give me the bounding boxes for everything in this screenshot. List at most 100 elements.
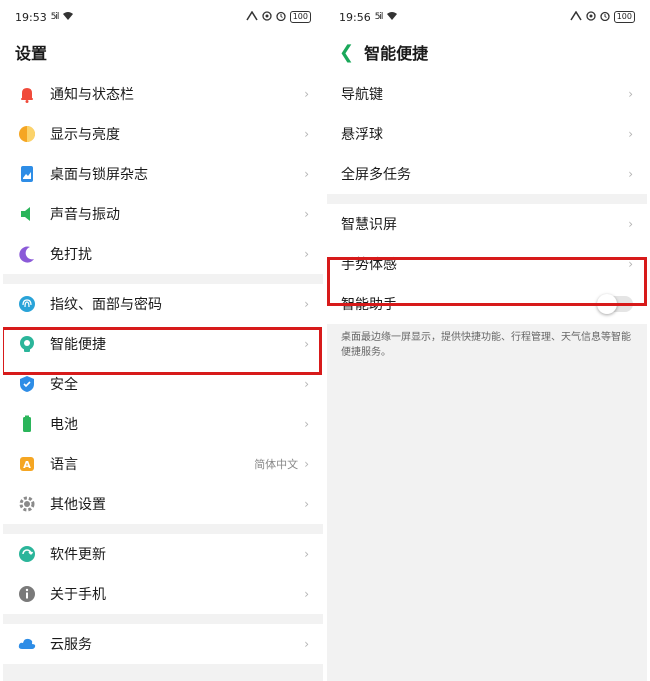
- settings-group: 软件更新 › 关于手机 ›: [3, 534, 323, 614]
- fingerprint-icon: [17, 294, 37, 314]
- settings-item-g3-0[interactable]: 云服务 ›: [3, 624, 323, 664]
- cloud-icon: [17, 634, 37, 654]
- page-title: 设置: [3, 34, 323, 70]
- wifi-icon: [62, 11, 74, 24]
- chevron-right-icon: ›: [304, 337, 309, 351]
- smart-convenience-screen: 19:56 5il 100 ❮ 智能便捷 导航键 › 悬浮球 › 全屏多任务 › 智慧识屏 ›…: [327, 0, 647, 681]
- nfc-icon: [570, 10, 582, 24]
- speaker-icon: [17, 204, 37, 224]
- assistant-toggle[interactable]: [597, 294, 633, 314]
- chevron-right-icon: ›: [304, 87, 309, 101]
- option-item-g1-0[interactable]: 智慧识屏 ›: [327, 204, 647, 244]
- settings-item-g1-4[interactable]: A 语言 简体中文 ›: [3, 444, 323, 484]
- alarm-icon: [276, 11, 286, 24]
- chevron-right-icon: ›: [304, 207, 309, 221]
- location-icon: [586, 10, 596, 24]
- settings-item-g1-0[interactable]: 指纹、面部与密码 ›: [3, 284, 323, 324]
- chevron-right-icon: ›: [304, 637, 309, 651]
- settings-item-label: 关于手机: [50, 587, 106, 603]
- option-item-label: 悬浮球: [341, 127, 383, 143]
- brightness-icon: [17, 124, 37, 144]
- battery-icon: [17, 414, 37, 434]
- option-item-label: 手势体感: [341, 257, 397, 273]
- settings-list: 通知与状态栏 › 显示与亮度 › 桌面与锁屏杂志 › 声音与振动 › 免打扰 › 指纹、面部与密码 ›…: [3, 74, 323, 664]
- settings-item-g0-1[interactable]: 显示与亮度 ›: [3, 114, 323, 154]
- chevron-right-icon: ›: [628, 257, 633, 271]
- battery-status-icon: 100: [613, 11, 635, 23]
- location-icon: [262, 10, 272, 24]
- settings-item-g1-1[interactable]: 智能便捷 ›: [3, 324, 323, 364]
- settings-item-label: 桌面与锁屏杂志: [50, 167, 148, 183]
- option-item-label: 智能助手: [341, 297, 397, 313]
- settings-group: 通知与状态栏 › 显示与亮度 › 桌面与锁屏杂志 › 声音与振动 › 免打扰 ›: [3, 74, 323, 274]
- status-time: 19:53: [15, 10, 47, 24]
- option-item-g1-1[interactable]: 手势体感 ›: [327, 244, 647, 284]
- status-time: 19:56: [339, 10, 371, 24]
- bell-icon: [17, 84, 37, 104]
- update-icon: [17, 544, 37, 564]
- chevron-right-icon: ›: [628, 217, 633, 231]
- settings-item-g0-3[interactable]: 声音与振动 ›: [3, 194, 323, 234]
- settings-item-g2-0[interactable]: 软件更新 ›: [3, 534, 323, 574]
- option-item-g0-0[interactable]: 导航键 ›: [327, 74, 647, 114]
- nfc-icon: [246, 10, 258, 24]
- toggle-knob: [597, 294, 617, 314]
- chevron-right-icon: ›: [304, 127, 309, 141]
- chevron-right-icon: ›: [304, 497, 309, 511]
- option-group: 导航键 › 悬浮球 › 全屏多任务 ›: [327, 74, 647, 194]
- status-bar: 19:56 5il 100: [327, 0, 647, 34]
- settings-item-g2-1[interactable]: 关于手机 ›: [3, 574, 323, 614]
- chevron-right-icon: ›: [304, 167, 309, 181]
- settings-item-label: 智能便捷: [50, 337, 106, 353]
- settings-item-g1-3[interactable]: 电池 ›: [3, 404, 323, 444]
- settings-item-g0-4[interactable]: 免打扰 ›: [3, 234, 323, 274]
- info-icon: [17, 584, 37, 604]
- option-item-g0-2[interactable]: 全屏多任务 ›: [327, 154, 647, 194]
- settings-item-label: 云服务: [50, 637, 92, 653]
- smart-icon: [17, 334, 37, 354]
- gear-icon: [17, 494, 37, 514]
- page-title-text: 智能便捷: [364, 44, 429, 63]
- settings-screen: 19:53 5il 100 设置 通知与状态栏 › 显示与亮度 › 桌面与锁屏杂志 › 声音…: [3, 0, 323, 681]
- settings-item-g1-2[interactable]: 安全 ›: [3, 364, 323, 404]
- language-icon: A: [17, 454, 37, 474]
- chevron-right-icon: ›: [628, 127, 633, 141]
- settings-item-label: 通知与状态栏: [50, 87, 134, 103]
- settings-item-label: 声音与振动: [50, 207, 120, 223]
- signal-icon: 5il: [374, 12, 384, 22]
- settings-item-g0-2[interactable]: 桌面与锁屏杂志 ›: [3, 154, 323, 194]
- chevron-right-icon: ›: [304, 247, 309, 261]
- settings-item-label: 指纹、面部与密码: [50, 297, 162, 313]
- chevron-right-icon: ›: [628, 167, 633, 181]
- option-item-g1-2[interactable]: 智能助手: [327, 284, 647, 324]
- settings-item-g1-5[interactable]: 其他设置 ›: [3, 484, 323, 524]
- settings-item-label: 免打扰: [50, 247, 92, 263]
- settings-group: 云服务 ›: [3, 624, 323, 664]
- option-item-label: 导航键: [341, 87, 383, 103]
- option-group: 智慧识屏 › 手势体感 › 智能助手: [327, 204, 647, 324]
- svg-text:A: A: [23, 460, 31, 471]
- chevron-right-icon: ›: [304, 377, 309, 391]
- wallpaper-icon: [17, 164, 37, 184]
- smart-options-list: 导航键 › 悬浮球 › 全屏多任务 › 智慧识屏 › 手势体感 › 智能助手: [327, 74, 647, 324]
- wifi-icon: [386, 11, 398, 24]
- option-item-label: 智慧识屏: [341, 217, 397, 233]
- settings-item-label: 其他设置: [50, 497, 106, 513]
- settings-item-g0-0[interactable]: 通知与状态栏 ›: [3, 74, 323, 114]
- option-item-label: 全屏多任务: [341, 167, 411, 183]
- chevron-right-icon: ›: [304, 417, 309, 431]
- settings-item-label: 安全: [50, 377, 78, 393]
- assistant-description: 桌面最边缘一屏显示，提供快捷功能、行程管理、天气信息等智能便捷服务。: [327, 324, 647, 370]
- settings-item-label: 电池: [50, 417, 78, 433]
- chevron-right-icon: ›: [304, 587, 309, 601]
- moon-icon: [17, 244, 37, 264]
- chevron-right-icon: ›: [304, 457, 309, 471]
- option-item-g0-1[interactable]: 悬浮球 ›: [327, 114, 647, 154]
- chevron-right-icon: ›: [628, 87, 633, 101]
- chevron-right-icon: ›: [304, 547, 309, 561]
- settings-item-label: 语言: [50, 457, 78, 473]
- settings-item-label: 显示与亮度: [50, 127, 120, 143]
- back-arrow-icon[interactable]: ❮: [339, 42, 354, 63]
- settings-group: 指纹、面部与密码 › 智能便捷 › 安全 › 电池 › A 语言 简体中文 › 其他设置 ›: [3, 284, 323, 524]
- status-bar: 19:53 5il 100: [3, 0, 323, 34]
